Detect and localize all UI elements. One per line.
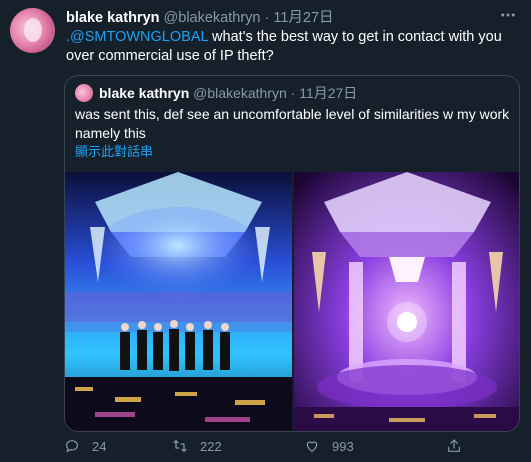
retweet-icon [173,440,187,452]
author-name[interactable]: blake kathryn [66,10,160,26]
quote-author-handle: @blakekathryn [193,85,287,101]
quote-date: 11月27日 [299,85,358,101]
tweet-text: .@SMTOWNGLOBAL what's the best way to ge… [66,28,506,66]
media-grid [65,172,519,431]
action-bar: 24 222 993 [64,438,524,456]
avatar[interactable] [10,8,55,53]
stage-photo-left[interactable] [65,172,292,431]
separator: · [264,10,270,26]
stage-render-right[interactable] [294,172,519,431]
heart-icon [306,441,318,452]
author-handle[interactable]: @blakekathryn [164,10,261,26]
quoted-tweet[interactable]: blake kathryn @blakekathryn · 11月27日 was… [64,75,520,432]
reply-icon [66,440,78,453]
retweet-action[interactable]: 222 [172,438,222,454]
tweet-header: blake kathryn @blakekathryn · 11月27日 [66,9,491,27]
quote-text: was sent this, def see an uncomfortable … [75,106,510,141]
reply-action[interactable]: 24 [64,438,106,454]
retweet-count: 222 [200,438,222,454]
quote-header: blake kathryn @blakekathryn · 11月27日 [99,84,357,102]
quote-avatar [75,84,93,102]
share-icon [448,439,460,452]
quote-author-name: blake kathryn [99,85,190,101]
show-thread-link[interactable]: 顯示此對話串 [75,143,153,161]
like-action[interactable]: 993 [304,438,354,454]
mention-link[interactable]: .@SMTOWNGLOBAL [66,29,208,45]
tweet[interactable]: blake kathryn @blakekathryn · 11月27日 .@S… [0,0,531,462]
share-action[interactable] [446,438,462,454]
reply-count: 24 [92,438,107,454]
more-dots-icon[interactable] [497,6,519,26]
tweet-date[interactable]: 11月27日 [273,10,333,26]
quote-separator: · [290,85,296,101]
like-count: 993 [332,438,354,454]
